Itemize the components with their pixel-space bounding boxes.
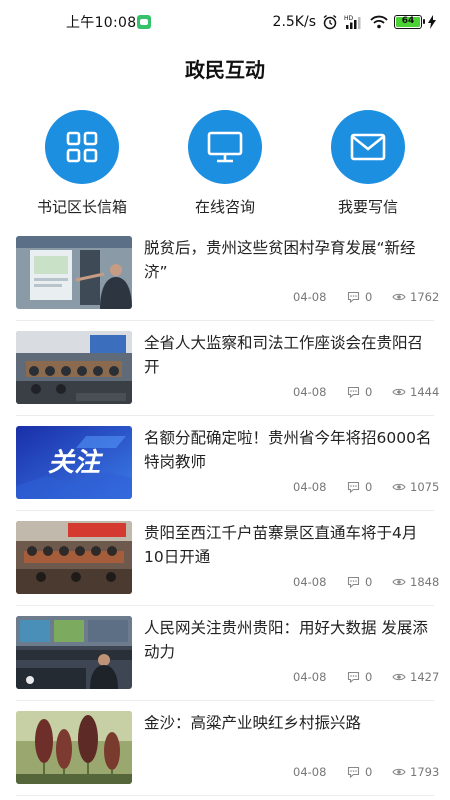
news-title: 贵阳至西江千户苗寨景区直通车将于4月10日开通 (144, 524, 418, 566)
view-count: 1444 (392, 385, 439, 399)
comment-count-value: 0 (365, 575, 373, 589)
news-title: 脱贫后，贵州这些贫困村孕育发展“新经济” (144, 239, 416, 281)
news-date: 04-08 (293, 290, 327, 304)
grid-icon (45, 110, 119, 184)
view-count: 1075 (392, 480, 439, 494)
news-title: 金沙：高粱产业映红乡村振兴路 (144, 714, 362, 732)
eye-icon (392, 768, 406, 776)
write-letter-label: 我要写信 (337, 198, 398, 216)
mail-icon (331, 110, 405, 184)
news-date: 04-08 (293, 575, 327, 589)
write-letter-button[interactable]: 我要写信 (303, 110, 433, 217)
comment-count-value: 0 (365, 480, 373, 494)
news-item[interactable]: 贵阳至西江千户苗寨景区直通车将于4月10日开通 04-08 0 1848 (16, 511, 439, 606)
eye-icon (392, 578, 406, 586)
network-speed: 2.5K/s (272, 14, 316, 30)
svg-text:HD: HD (344, 15, 354, 22)
news-meta: 04-08 0 1793 (144, 765, 439, 781)
news-title: 全省人大监察和司法工作座谈会在贵阳召开 (144, 334, 424, 376)
view-count: 1762 (392, 290, 439, 304)
comment-count: 0 (347, 765, 372, 779)
news-meta: 04-08 0 1075 (144, 480, 439, 496)
comment-icon (347, 481, 360, 493)
wechat-notification-icon (137, 15, 151, 29)
view-count-value: 1427 (410, 670, 440, 684)
comment-count: 0 (347, 670, 372, 684)
mailbox-label: 书记区长信箱 (36, 198, 127, 216)
news-item[interactable]: 全省人大监察和司法工作座谈会在贵阳召开 04-08 0 1444 (16, 321, 439, 416)
news-date: 04-08 (293, 670, 327, 684)
online-consult-button[interactable]: 在线咨询 (160, 110, 290, 217)
comment-count: 0 (347, 575, 372, 589)
battery-level: 64 (396, 17, 420, 27)
comment-count: 0 (347, 480, 372, 494)
comment-count-value: 0 (365, 385, 373, 399)
news-thumbnail (16, 331, 132, 404)
eye-icon (392, 673, 406, 681)
news-meta: 04-08 0 1848 (144, 575, 439, 591)
news-meta: 04-08 0 1444 (144, 385, 439, 401)
news-item[interactable]: 脱贫后，贵州这些贫困村孕育发展“新经济” 04-08 0 1762 (16, 226, 439, 321)
news-thumbnail (16, 711, 132, 784)
news-date: 04-08 (293, 480, 327, 494)
comment-count-value: 0 (365, 290, 373, 304)
comment-icon (347, 671, 360, 683)
view-count: 1793 (392, 765, 439, 779)
news-thumbnail (16, 521, 132, 594)
thumb-text: 关注 (48, 448, 104, 478)
wifi-icon (370, 15, 388, 29)
online-consult-label: 在线咨询 (194, 198, 255, 216)
comment-icon (347, 386, 360, 398)
view-count-value: 1848 (410, 575, 440, 589)
news-list: 脱贫后，贵州这些贫困村孕育发展“新经济” 04-08 0 1762 全省人大监察… (16, 226, 439, 796)
status-right: 2.5K/s HD 64 (273, 14, 436, 30)
comment-icon (347, 766, 360, 778)
signal-icon: HD (344, 15, 361, 29)
comment-count: 0 (347, 290, 372, 304)
monitor-icon (188, 110, 262, 184)
news-item[interactable]: 人民网关注贵州贵阳：用好大数据 发展添动力 04-08 0 1427 (16, 606, 439, 701)
news-meta: 04-08 0 1762 (144, 290, 439, 306)
page-title: 政民互动 (185, 58, 265, 82)
view-count: 1427 (392, 670, 439, 684)
news-meta: 04-08 0 1427 (144, 670, 439, 686)
news-date: 04-08 (293, 765, 327, 779)
status-time: 上午10:08 (66, 15, 137, 31)
status-bar: 上午10:08 2.5K/s HD 64 (0, 0, 450, 40)
eye-icon (392, 388, 406, 396)
eye-icon (392, 293, 406, 301)
quick-actions: 书记区长信箱 在线咨询 我要写信 (0, 110, 450, 220)
comment-count-value: 0 (365, 670, 373, 684)
eye-icon (392, 483, 406, 491)
news-thumbnail: 关注 (16, 426, 132, 499)
mailbox-button[interactable]: 书记区长信箱 (17, 110, 147, 217)
view-count: 1848 (392, 575, 439, 589)
comment-icon (347, 291, 360, 303)
view-count-value: 1444 (410, 385, 440, 399)
view-count-value: 1075 (410, 480, 440, 494)
news-title: 人民网关注贵州贵阳：用好大数据 发展添动力 (144, 619, 428, 661)
alarm-icon (323, 14, 337, 30)
news-title: 名额分配确定啦！贵州省今年将招6000名特岗教师 (144, 429, 432, 471)
comment-count: 0 (347, 385, 372, 399)
view-count-value: 1762 (410, 290, 440, 304)
news-date: 04-08 (293, 385, 327, 399)
comment-icon (347, 576, 360, 588)
charging-icon (428, 15, 436, 29)
battery-icon: 64 (394, 15, 425, 29)
news-item[interactable]: 金沙：高粱产业映红乡村振兴路 04-08 0 1793 (16, 701, 439, 796)
view-count-value: 1793 (410, 765, 440, 779)
news-thumbnail (16, 236, 132, 309)
comment-count-value: 0 (365, 765, 373, 779)
news-item[interactable]: 关注 名额分配确定啦！贵州省今年将招6000名特岗教师 04-08 0 1075 (16, 416, 439, 511)
news-thumbnail (16, 616, 132, 689)
